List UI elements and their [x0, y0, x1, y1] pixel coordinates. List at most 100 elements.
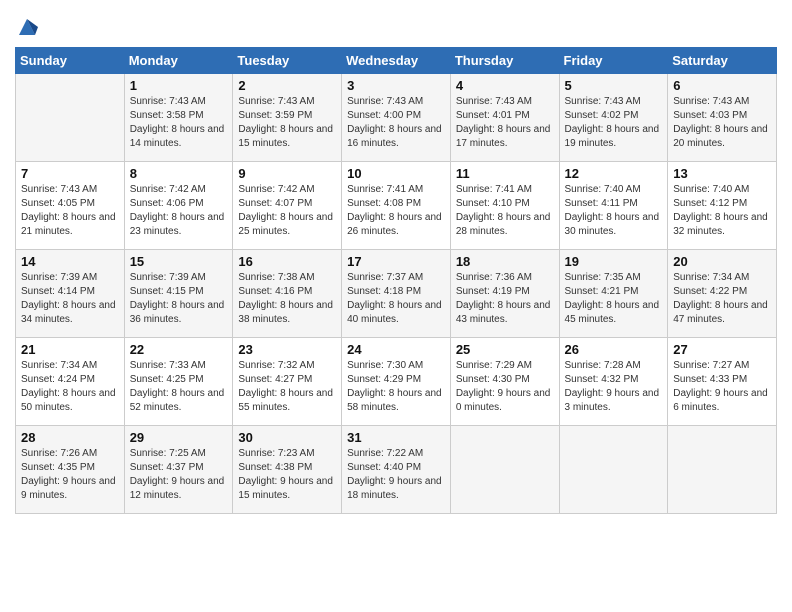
- day-number: 25: [456, 342, 554, 357]
- calendar-cell: [450, 426, 559, 514]
- calendar-cell: 12 Sunrise: 7:40 AMSunset: 4:11 PMDayligh…: [559, 162, 668, 250]
- day-info: Sunrise: 7:43 AMSunset: 4:01 PMDaylight:…: [456, 95, 554, 151]
- day-info: Sunrise: 7:32 AMSunset: 4:27 PMDaylight:…: [238, 359, 336, 415]
- calendar-cell: 31Sunrise: 7:22 AMSunset: 4:40 PMDayligh…: [342, 426, 451, 514]
- day-number: 12: [565, 166, 663, 181]
- logo-icon: [16, 17, 38, 39]
- day-info: Sunrise: 7:41 AMSunset: 4:08 PMDaylight:…: [347, 183, 445, 239]
- calendar-cell: 3Sunrise: 7:43 AMSunset: 4:00 PMDaylight…: [342, 74, 451, 162]
- calendar-cell: 13 Sunrise: 7:40 AMSunset: 4:12 PMDayligh…: [668, 162, 777, 250]
- day-info: Sunrise: 7:39 AMSunset: 4:14 PMDaylight:…: [21, 271, 119, 327]
- day-number: 9: [238, 166, 336, 181]
- calendar-cell: 1 Sunrise: 7:43 AMSunset: 3:58 PMDaylight…: [124, 74, 233, 162]
- calendar-cell: 18 Sunrise: 7:36 AMSunset: 4:19 PMDayligh…: [450, 250, 559, 338]
- day-number: 3: [347, 78, 445, 93]
- header-day-thursday: Thursday: [450, 48, 559, 74]
- calendar-cell: 4 Sunrise: 7:43 AMSunset: 4:01 PMDaylight…: [450, 74, 559, 162]
- day-info: Sunrise: 7:29 AMSunset: 4:30 PMDaylight:…: [456, 359, 554, 415]
- day-info: Sunrise: 7:41 AMSunset: 4:10 PMDaylight:…: [456, 183, 554, 239]
- calendar-cell: 6Sunrise: 7:43 AMSunset: 4:03 PMDaylight…: [668, 74, 777, 162]
- day-number: 30: [238, 430, 336, 445]
- header-day-sunday: Sunday: [16, 48, 125, 74]
- day-number: 5: [565, 78, 663, 93]
- header-day-wednesday: Wednesday: [342, 48, 451, 74]
- day-info: Sunrise: 7:43 AMSunset: 3:59 PMDaylight:…: [238, 95, 336, 151]
- day-info: Sunrise: 7:42 AMSunset: 4:06 PMDaylight:…: [130, 183, 228, 239]
- calendar-cell: 19Sunrise: 7:35 AMSunset: 4:21 PMDayligh…: [559, 250, 668, 338]
- day-number: 24: [347, 342, 445, 357]
- calendar-cell: 29 Sunrise: 7:25 AMSunset: 4:37 PMDayligh…: [124, 426, 233, 514]
- day-number: 26: [565, 342, 663, 357]
- day-number: 16: [238, 254, 336, 269]
- calendar-cell: 11 Sunrise: 7:41 AMSunset: 4:10 PMDayligh…: [450, 162, 559, 250]
- day-info: Sunrise: 7:25 AMSunset: 4:37 PMDaylight:…: [130, 447, 228, 503]
- day-info: Sunrise: 7:28 AMSunset: 4:32 PMDaylight:…: [565, 359, 663, 415]
- day-number: 27: [673, 342, 771, 357]
- day-number: 8: [130, 166, 228, 181]
- day-number: 22: [130, 342, 228, 357]
- day-number: 1: [130, 78, 228, 93]
- calendar-cell: 25 Sunrise: 7:29 AMSunset: 4:30 PMDayligh…: [450, 338, 559, 426]
- main-container: SundayMondayTuesdayWednesdayThursdayFrid…: [0, 0, 792, 524]
- calendar-cell: 7Sunrise: 7:43 AMSunset: 4:05 PMDaylight…: [16, 162, 125, 250]
- day-number: 6: [673, 78, 771, 93]
- logo: [15, 15, 40, 39]
- day-info: Sunrise: 7:26 AMSunset: 4:35 PMDaylight:…: [21, 447, 119, 503]
- day-number: 20: [673, 254, 771, 269]
- day-info: Sunrise: 7:40 AMSunset: 4:11 PMDaylight:…: [565, 183, 663, 239]
- calendar-cell: 21 Sunrise: 7:34 AMSunset: 4:24 PMDayligh…: [16, 338, 125, 426]
- calendar-cell: 28 Sunrise: 7:26 AMSunset: 4:35 PMDayligh…: [16, 426, 125, 514]
- day-number: 31: [347, 430, 445, 445]
- calendar-cell: 27 Sunrise: 7:27 AMSunset: 4:33 PMDayligh…: [668, 338, 777, 426]
- day-info: Sunrise: 7:40 AMSunset: 4:12 PMDaylight:…: [673, 183, 771, 239]
- week-row-5: 28 Sunrise: 7:26 AMSunset: 4:35 PMDayligh…: [16, 426, 777, 514]
- calendar-cell: 8 Sunrise: 7:42 AMSunset: 4:06 PMDaylight…: [124, 162, 233, 250]
- day-info: Sunrise: 7:39 AMSunset: 4:15 PMDaylight:…: [130, 271, 228, 327]
- day-info: Sunrise: 7:34 AMSunset: 4:24 PMDaylight:…: [21, 359, 119, 415]
- calendar-cell: [668, 426, 777, 514]
- calendar-header: SundayMondayTuesdayWednesdayThursdayFrid…: [16, 48, 777, 74]
- calendar-cell: 20 Sunrise: 7:34 AMSunset: 4:22 PMDayligh…: [668, 250, 777, 338]
- week-row-1: 1 Sunrise: 7:43 AMSunset: 3:58 PMDaylight…: [16, 74, 777, 162]
- day-number: 15: [130, 254, 228, 269]
- calendar-cell: 10Sunrise: 7:41 AMSunset: 4:08 PMDayligh…: [342, 162, 451, 250]
- header-day-tuesday: Tuesday: [233, 48, 342, 74]
- day-info: Sunrise: 7:35 AMSunset: 4:21 PMDaylight:…: [565, 271, 663, 327]
- day-info: Sunrise: 7:43 AMSunset: 3:58 PMDaylight:…: [130, 95, 228, 151]
- day-info: Sunrise: 7:43 AMSunset: 4:02 PMDaylight:…: [565, 95, 663, 151]
- day-info: Sunrise: 7:37 AMSunset: 4:18 PMDaylight:…: [347, 271, 445, 327]
- day-number: 17: [347, 254, 445, 269]
- calendar-table: SundayMondayTuesdayWednesdayThursdayFrid…: [15, 47, 777, 514]
- day-info: Sunrise: 7:34 AMSunset: 4:22 PMDaylight:…: [673, 271, 771, 327]
- day-info: Sunrise: 7:42 AMSunset: 4:07 PMDaylight:…: [238, 183, 336, 239]
- header: [15, 10, 777, 39]
- day-number: 18: [456, 254, 554, 269]
- day-info: Sunrise: 7:36 AMSunset: 4:19 PMDaylight:…: [456, 271, 554, 327]
- day-number: 4: [456, 78, 554, 93]
- day-number: 11: [456, 166, 554, 181]
- header-row: SundayMondayTuesdayWednesdayThursdayFrid…: [16, 48, 777, 74]
- calendar-cell: [16, 74, 125, 162]
- calendar-cell: [559, 426, 668, 514]
- calendar-cell: 16Sunrise: 7:38 AMSunset: 4:16 PMDayligh…: [233, 250, 342, 338]
- day-info: Sunrise: 7:30 AMSunset: 4:29 PMDaylight:…: [347, 359, 445, 415]
- calendar-body: 1 Sunrise: 7:43 AMSunset: 3:58 PMDaylight…: [16, 74, 777, 514]
- day-number: 28: [21, 430, 119, 445]
- header-day-friday: Friday: [559, 48, 668, 74]
- calendar-cell: 2Sunrise: 7:43 AMSunset: 3:59 PMDaylight…: [233, 74, 342, 162]
- day-number: 7: [21, 166, 119, 181]
- day-info: Sunrise: 7:27 AMSunset: 4:33 PMDaylight:…: [673, 359, 771, 415]
- week-row-3: 14 Sunrise: 7:39 AMSunset: 4:14 PMDayligh…: [16, 250, 777, 338]
- header-day-monday: Monday: [124, 48, 233, 74]
- day-info: Sunrise: 7:23 AMSunset: 4:38 PMDaylight:…: [238, 447, 336, 503]
- week-row-2: 7Sunrise: 7:43 AMSunset: 4:05 PMDaylight…: [16, 162, 777, 250]
- day-number: 13: [673, 166, 771, 181]
- week-row-4: 21 Sunrise: 7:34 AMSunset: 4:24 PMDayligh…: [16, 338, 777, 426]
- day-number: 29: [130, 430, 228, 445]
- calendar-cell: 15 Sunrise: 7:39 AMSunset: 4:15 PMDayligh…: [124, 250, 233, 338]
- calendar-cell: 14 Sunrise: 7:39 AMSunset: 4:14 PMDayligh…: [16, 250, 125, 338]
- logo-text: [15, 15, 40, 39]
- calendar-cell: 23Sunrise: 7:32 AMSunset: 4:27 PMDayligh…: [233, 338, 342, 426]
- day-number: 14: [21, 254, 119, 269]
- day-number: 21: [21, 342, 119, 357]
